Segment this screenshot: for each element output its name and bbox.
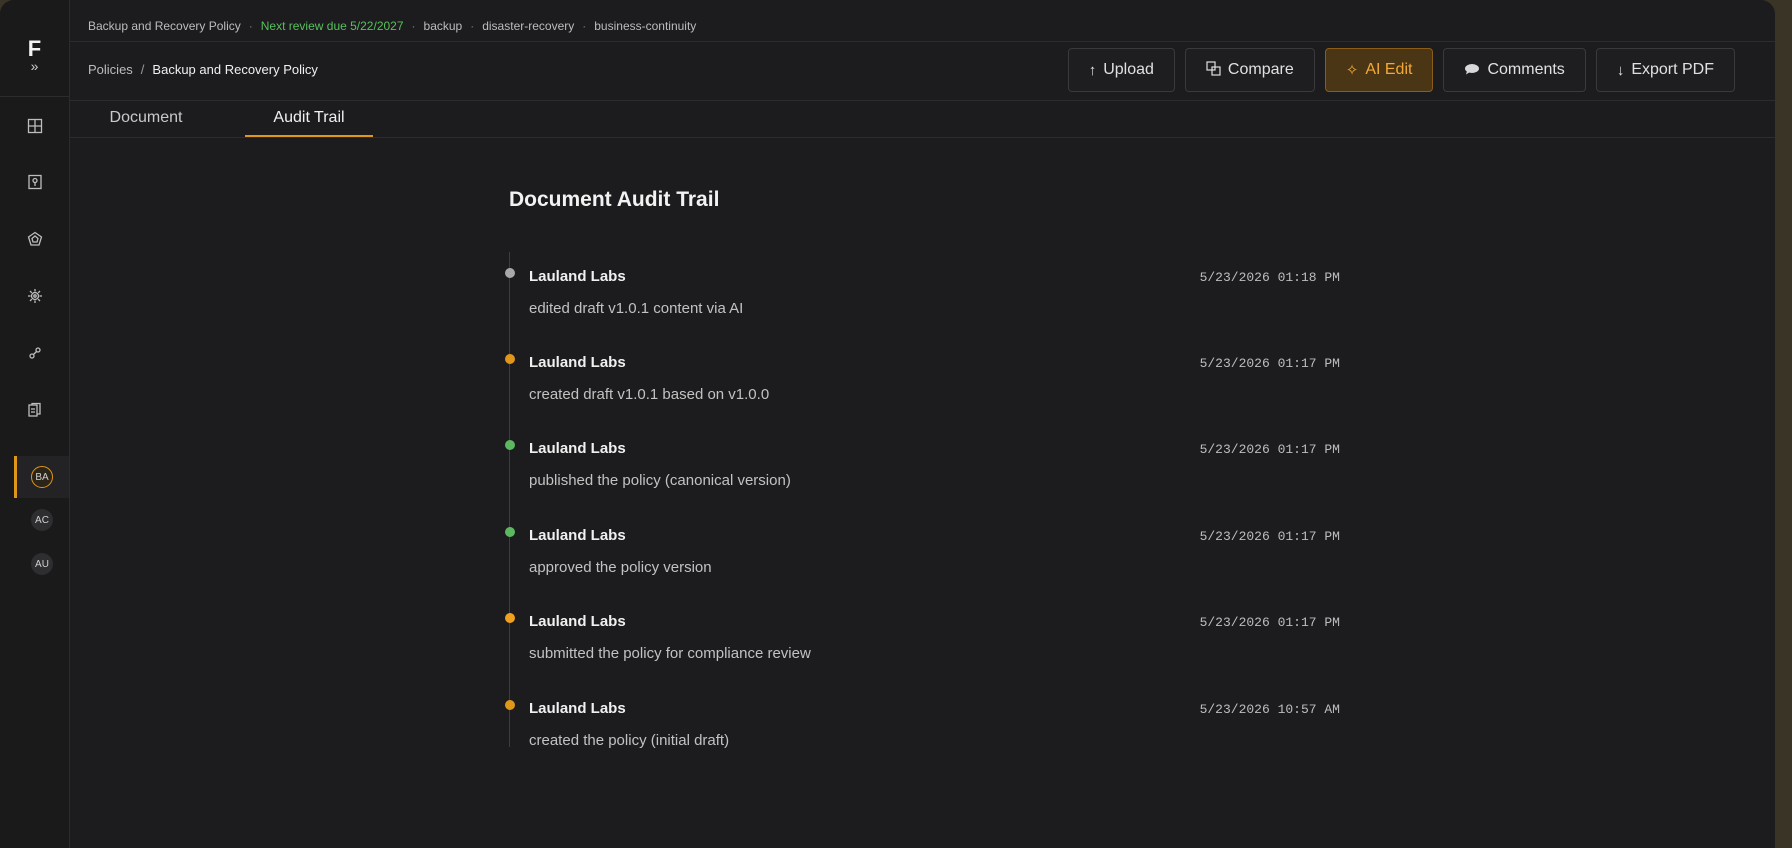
entry-timestamp: 5/23/2026 01:17 PM: [1199, 442, 1340, 457]
comments-button[interactable]: Comments: [1443, 48, 1586, 92]
entry-action: submitted the policy for compliance revi…: [529, 645, 811, 662]
entry-action: edited draft v1.0.1 content via AI: [529, 300, 744, 317]
entry-timestamp: 5/23/2026 01:18 PM: [1199, 270, 1340, 285]
ai-edit-label: AI Edit: [1365, 61, 1413, 78]
breadcrumb-current: Backup and Recovery Policy: [152, 62, 318, 77]
entry-actor: Lauland Labs: [529, 440, 626, 457]
breadcrumb: Policies / Backup and Recovery Policy: [88, 62, 318, 77]
entry-actor: Lauland Labs: [529, 613, 626, 630]
meta-dot: ·: [582, 19, 587, 33]
page-title: Document Audit Trail: [509, 188, 720, 211]
entry-actor: Lauland Labs: [529, 268, 626, 285]
tag[interactable]: backup: [424, 19, 463, 33]
upload-arrow-icon: ↑: [1088, 61, 1097, 79]
entry-timestamp: 5/23/2026 01:17 PM: [1199, 615, 1340, 630]
avatar-au[interactable]: AU: [31, 553, 53, 575]
compare-button[interactable]: Compare: [1184, 48, 1315, 92]
toolbar: ↑ Upload Compare ✧ AI Edit Comments ↓ Ex…: [1067, 48, 1735, 92]
upload-label: Upload: [1103, 61, 1154, 78]
compare-icon: [1206, 60, 1221, 80]
audit-entry: Lauland Labs 5/23/2026 01:17 PM publishe…: [500, 432, 1340, 518]
audit-entry: Lauland Labs 5/23/2026 01:17 PM approved…: [500, 519, 1340, 605]
entry-timestamp: 5/23/2026 10:57 AM: [1199, 702, 1340, 717]
avatar-ac[interactable]: AC: [31, 509, 53, 531]
upload-button[interactable]: ↑ Upload: [1067, 48, 1175, 92]
audit-entry: Lauland Labs 5/23/2026 10:57 AM created …: [500, 692, 1340, 778]
status-dot: [505, 268, 515, 278]
audit-entry: Lauland Labs 5/23/2026 01:17 PM submitte…: [500, 605, 1340, 691]
export-pdf-button[interactable]: ↓ Export PDF: [1595, 48, 1735, 92]
comment-bubble-icon: [1464, 62, 1480, 79]
sparkle-icon: ✧: [1345, 62, 1359, 79]
comments-label: Comments: [1487, 61, 1565, 78]
status-dot: [505, 700, 515, 710]
meta-dot: ·: [411, 19, 416, 33]
status-dot: [505, 527, 515, 537]
ai-edit-button[interactable]: ✧ AI Edit: [1324, 48, 1434, 92]
logo-mark: F: [27, 36, 42, 61]
expand-sidebar-icon[interactable]: »: [0, 59, 69, 73]
integrations-link-icon[interactable]: [0, 335, 69, 371]
doc-title-meta: Backup and Recovery Policy: [88, 19, 241, 33]
compare-label: Compare: [1227, 61, 1294, 78]
entry-actor: Lauland Labs: [529, 354, 626, 371]
breadcrumb-root[interactable]: Policies: [88, 62, 133, 77]
documents-icon[interactable]: [0, 392, 69, 428]
meta-dot: ·: [248, 19, 253, 33]
download-arrow-icon: ↓: [1616, 61, 1625, 79]
tag[interactable]: business-continuity: [594, 19, 696, 33]
settings-gear-icon[interactable]: [0, 278, 69, 314]
app-logo[interactable]: F »: [0, 36, 69, 74]
breadcrumb-separator: /: [140, 62, 145, 77]
entry-timestamp: 5/23/2026 01:17 PM: [1199, 529, 1340, 544]
avatar-ba[interactable]: BA: [31, 466, 53, 488]
dashboard-grid-icon[interactable]: [0, 108, 69, 144]
active-item-indicator: [14, 456, 17, 498]
header-divider: [70, 41, 1775, 42]
tab-document[interactable]: Document: [80, 101, 212, 137]
export-pdf-label: Export PDF: [1631, 61, 1714, 78]
status-dot: [505, 613, 515, 623]
entry-action: approved the policy version: [529, 559, 712, 576]
entry-action: published the policy (canonical version): [529, 472, 791, 489]
audit-entry: Lauland Labs 5/23/2026 01:18 PM edited d…: [500, 260, 1340, 346]
entry-action: created draft v1.0.1 based on v1.0.0: [529, 386, 770, 403]
meta-dot: ·: [470, 19, 475, 33]
document-meta-line: Backup and Recovery Policy · Next review d…: [88, 19, 696, 33]
entry-actor: Lauland Labs: [529, 700, 626, 717]
app-window: F » BA AC AU Backup and Recovery Policy ·…: [0, 0, 1775, 848]
policy-lock-icon[interactable]: [0, 164, 69, 200]
status-dot: [505, 440, 515, 450]
sidebar: F » BA AC AU: [0, 0, 70, 848]
entry-timestamp: 5/23/2026 01:17 PM: [1199, 356, 1340, 371]
status-dot: [505, 354, 515, 364]
tab-audit-trail[interactable]: Audit Trail: [245, 101, 373, 137]
entry-action: created the policy (initial draft): [529, 732, 730, 749]
frameworks-icon[interactable]: [0, 221, 69, 257]
sidebar-divider: [0, 96, 69, 97]
entry-actor: Lauland Labs: [529, 527, 626, 544]
tabs-divider: [70, 137, 1775, 138]
audit-entry: Lauland Labs 5/23/2026 01:17 PM created …: [500, 346, 1340, 432]
review-due: Next review due 5/22/2027: [260, 19, 404, 33]
tag[interactable]: disaster-recovery: [482, 19, 574, 33]
